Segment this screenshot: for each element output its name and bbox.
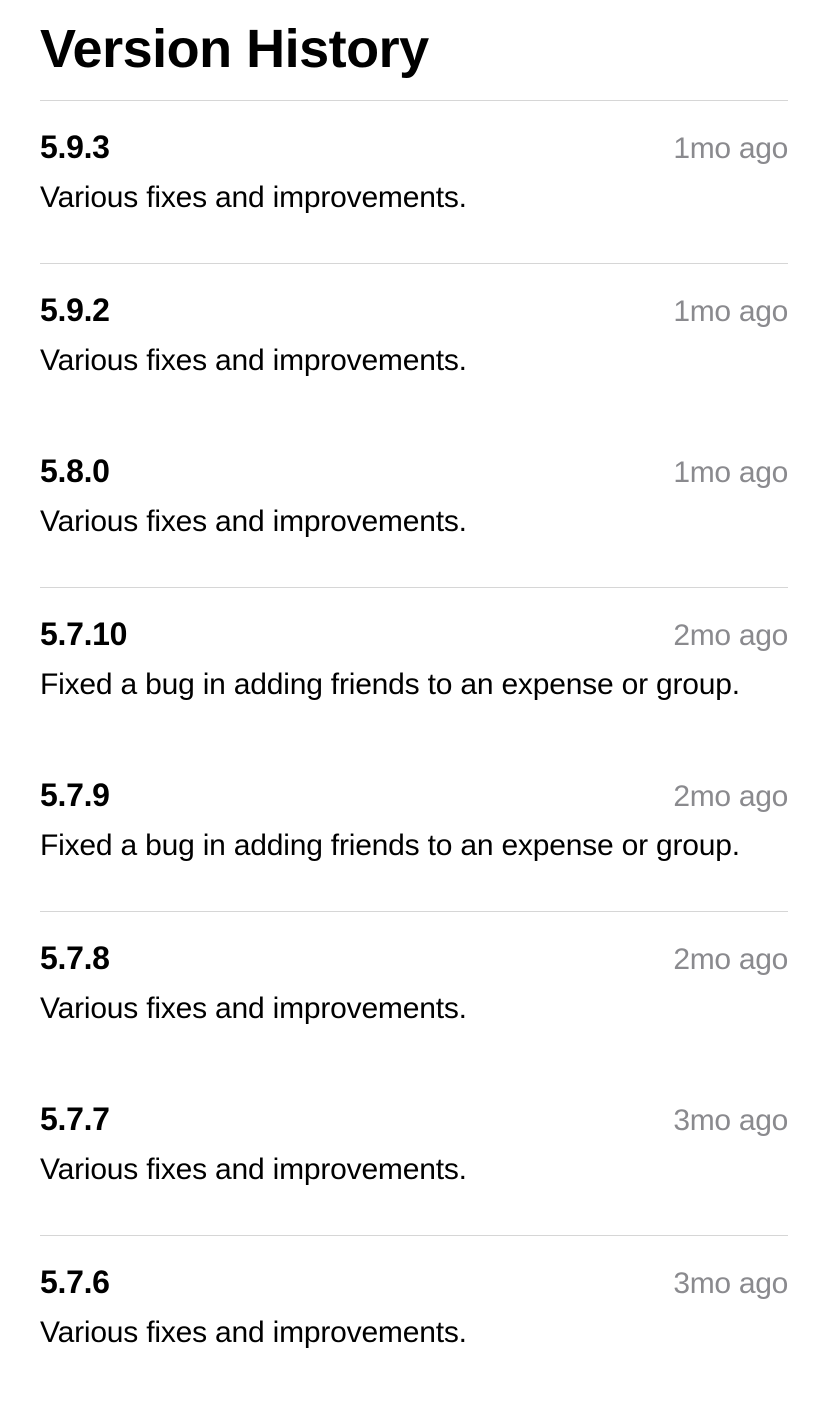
- version-notes: Fixed a bug in adding friends to an expe…: [40, 665, 788, 706]
- version-header: 5.7.9 2mo ago: [40, 777, 788, 814]
- version-number: 5.8.0: [40, 453, 110, 490]
- version-number: 5.7.6: [40, 1264, 110, 1301]
- version-notes: Various fixes and improvements.: [40, 178, 788, 219]
- version-item: 5.8.0 1mo ago Various fixes and improvem…: [40, 425, 788, 588]
- version-number: 5.9.2: [40, 292, 110, 329]
- version-header: 5.7.8 2mo ago: [40, 940, 788, 977]
- version-age: 1mo ago: [673, 456, 788, 490]
- version-age: 1mo ago: [673, 132, 788, 166]
- page-title: Version History: [40, 0, 788, 101]
- version-header: 5.8.0 1mo ago: [40, 453, 788, 490]
- version-item: 5.7.8 2mo ago Various fixes and improvem…: [40, 912, 788, 1074]
- version-item: 5.7.7 3mo ago Various fixes and improvem…: [40, 1073, 788, 1236]
- version-notes: Various fixes and improvements.: [40, 502, 788, 543]
- version-item: 5.9.2 1mo ago Various fixes and improvem…: [40, 264, 788, 426]
- version-notes: Various fixes and improvements.: [40, 1150, 788, 1191]
- version-notes: Various fixes and improvements.: [40, 341, 788, 382]
- version-header: 5.7.6 3mo ago: [40, 1264, 788, 1301]
- version-notes: Fixed a bug in adding friends to an expe…: [40, 826, 788, 867]
- version-age: 3mo ago: [673, 1104, 788, 1138]
- version-age: 2mo ago: [673, 780, 788, 814]
- version-header: 5.7.10 2mo ago: [40, 616, 788, 653]
- version-header: 5.7.7 3mo ago: [40, 1101, 788, 1138]
- version-header: 5.9.2 1mo ago: [40, 292, 788, 329]
- version-list: 5.9.3 1mo ago Various fixes and improvem…: [40, 101, 788, 1397]
- version-notes: Various fixes and improvements.: [40, 1313, 788, 1354]
- version-item: 5.7.6 3mo ago Various fixes and improvem…: [40, 1236, 788, 1398]
- version-item: 5.7.9 2mo ago Fixed a bug in adding frie…: [40, 749, 788, 912]
- version-notes: Various fixes and improvements.: [40, 989, 788, 1030]
- version-item: 5.9.3 1mo ago Various fixes and improvem…: [40, 101, 788, 264]
- version-number: 5.7.8: [40, 940, 110, 977]
- version-number: 5.7.9: [40, 777, 110, 814]
- version-number: 5.7.7: [40, 1101, 110, 1138]
- version-number: 5.7.10: [40, 616, 127, 653]
- version-item: 5.7.10 2mo ago Fixed a bug in adding fri…: [40, 588, 788, 750]
- version-age: 1mo ago: [673, 295, 788, 329]
- version-age: 2mo ago: [673, 619, 788, 653]
- version-header: 5.9.3 1mo ago: [40, 129, 788, 166]
- version-number: 5.9.3: [40, 129, 110, 166]
- version-age: 3mo ago: [673, 1267, 788, 1301]
- version-age: 2mo ago: [673, 943, 788, 977]
